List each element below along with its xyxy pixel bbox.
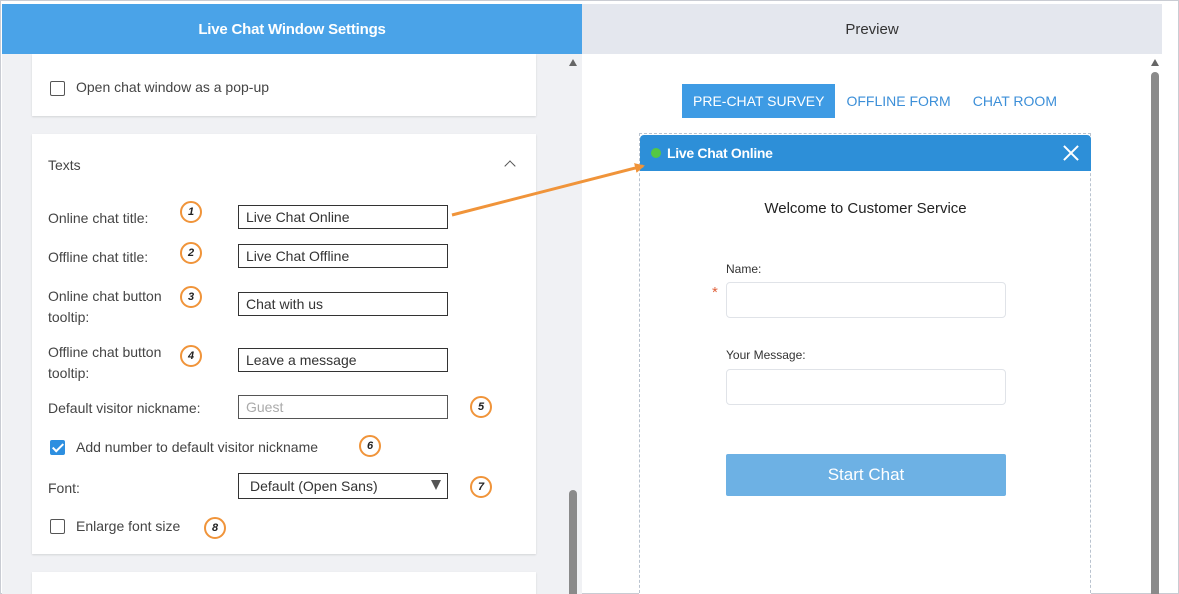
- offline-tooltip-input[interactable]: Leave a message: [238, 348, 448, 372]
- start-chat-button[interactable]: Start Chat: [726, 454, 1006, 496]
- online-tooltip-label: Online chat button tooltip:: [48, 288, 162, 325]
- texts-section-title: Texts: [48, 157, 81, 173]
- tab-settings[interactable]: Live Chat Window Settings: [2, 4, 582, 54]
- texts-card: Texts Online chat title: 1 Live Chat Onl…: [32, 134, 536, 554]
- badge-4: 4: [180, 345, 202, 367]
- chat-title: Live Chat Online: [667, 145, 773, 161]
- tab-preview[interactable]: Preview: [582, 4, 1162, 54]
- next-card: [32, 572, 536, 594]
- tab-offline-form[interactable]: OFFLINE FORM: [835, 84, 961, 118]
- preview-scroll-thumb[interactable]: [1151, 72, 1159, 594]
- scroll-up-icon[interactable]: [1151, 59, 1159, 66]
- font-select[interactable]: Default (Open Sans): [238, 473, 448, 499]
- settings-pane: Open chat window as a pop-up Texts Onlin…: [2, 54, 582, 594]
- chevron-up-icon[interactable]: [504, 160, 516, 172]
- preview-title: Preview: [845, 20, 899, 38]
- nickname-label: Default visitor nickname:: [48, 400, 201, 416]
- add-number-checkbox[interactable]: [50, 440, 65, 455]
- chat-header: Live Chat Online: [640, 135, 1091, 171]
- settings-title: Live Chat Window Settings: [198, 20, 386, 38]
- offline-tooltip-label: Offline chat button tooltip:: [48, 344, 162, 381]
- close-icon[interactable]: [1062, 144, 1079, 161]
- preview-tabs: PRE-CHAT SURVEY OFFLINE FORM CHAT ROOM: [682, 84, 1068, 118]
- font-label: Font:: [48, 480, 80, 496]
- message-input[interactable]: [726, 369, 1006, 405]
- message-label: Your Message:: [726, 348, 806, 362]
- enlarge-font-label: Enlarge font size: [76, 518, 181, 534]
- popup-card: Open chat window as a pop-up: [32, 54, 536, 116]
- popup-label: Open chat window as a pop-up: [76, 79, 270, 95]
- dropdown-arrow-icon: [431, 480, 441, 490]
- offline-title-input[interactable]: Live Chat Offline: [238, 244, 448, 268]
- badge-6: 6: [359, 435, 381, 457]
- offline-title-label: Offline chat title:: [48, 249, 149, 265]
- name-input[interactable]: [726, 282, 1006, 318]
- add-number-label: Add number to default visitor nickname: [76, 439, 319, 455]
- popup-checkbox[interactable]: [50, 81, 65, 96]
- tab-chat-room[interactable]: CHAT ROOM: [962, 84, 1068, 118]
- chat-window-preview: Live Chat Online Welcome to Customer Ser…: [639, 133, 1091, 594]
- badge-2: 2: [180, 242, 202, 264]
- online-title-label: Online chat title:: [48, 210, 149, 226]
- nickname-input[interactable]: Guest: [238, 395, 448, 419]
- font-select-value: Default (Open Sans): [250, 478, 378, 494]
- preview-scrollbar[interactable]: [1148, 56, 1162, 594]
- badge-5: 5: [470, 396, 492, 418]
- badge-3: 3: [180, 286, 202, 308]
- settings-scroll-thumb[interactable]: [569, 490, 577, 594]
- online-tooltip-input[interactable]: Chat with us: [238, 292, 448, 316]
- enlarge-font-checkbox[interactable]: [50, 519, 65, 534]
- badge-8: 8: [204, 517, 226, 539]
- badge-7: 7: [470, 476, 492, 498]
- required-mark: *: [712, 284, 718, 301]
- badge-1: 1: [180, 201, 202, 223]
- settings-scrollbar[interactable]: [566, 56, 580, 594]
- online-dot-icon: [651, 148, 661, 158]
- scroll-up-icon[interactable]: [569, 59, 577, 66]
- tab-pre-chat-survey[interactable]: PRE-CHAT SURVEY: [682, 84, 836, 118]
- name-label: Name:: [726, 262, 762, 276]
- online-title-input[interactable]: Live Chat Online: [238, 205, 448, 229]
- welcome-text: Welcome to Customer Service: [764, 200, 967, 217]
